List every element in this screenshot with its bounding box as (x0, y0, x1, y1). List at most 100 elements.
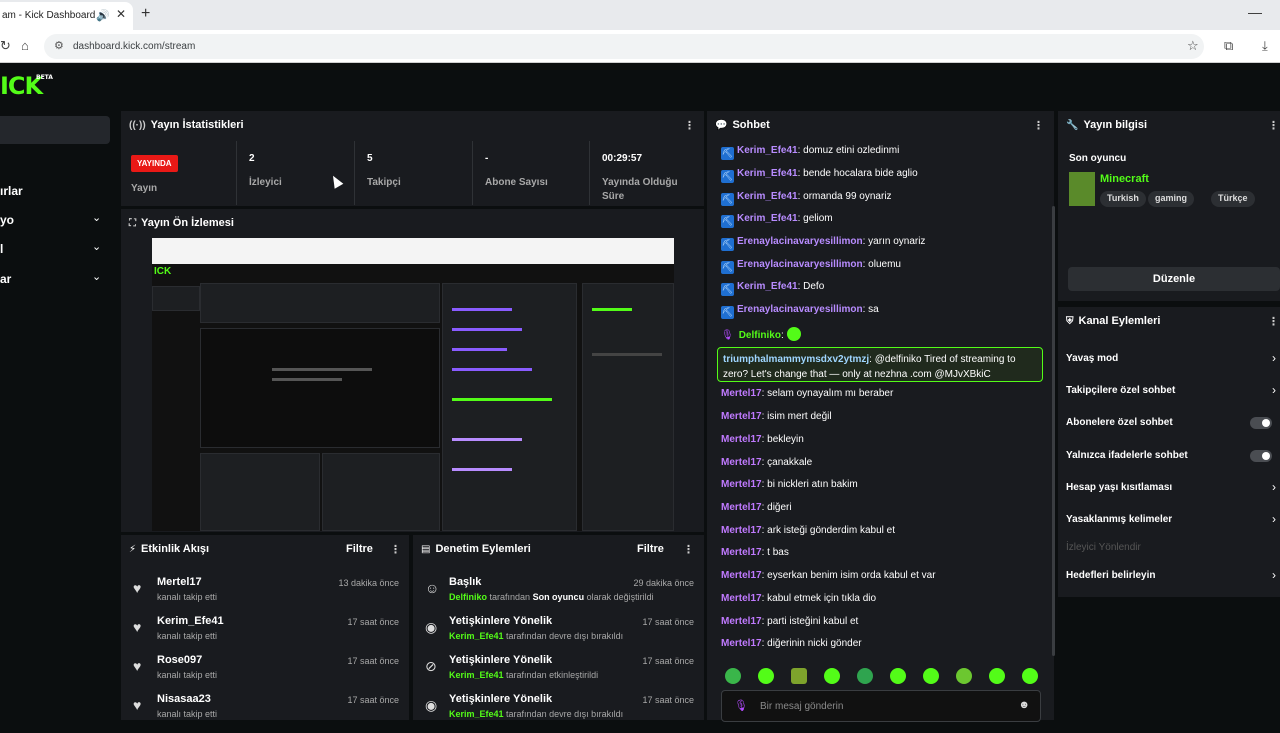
emote-icon[interactable] (725, 668, 741, 684)
sidebar-item-2[interactable]: yo (0, 213, 14, 227)
set-goals-item[interactable]: Hedefleri belirleyin (1066, 570, 1155, 581)
stream-preview-video[interactable]: ICK (152, 238, 674, 531)
item-sub: kanalı takip etti (157, 631, 218, 641)
browser-tab[interactable]: am - Kick Dashboard 🔊 ✕ (0, 2, 133, 30)
chat-scrollbar[interactable] (1052, 206, 1055, 656)
chat-message: Mertel17: eyserkan benim isim orda kabul… (721, 570, 936, 581)
category-name[interactable]: Minecraft (1100, 173, 1149, 185)
item-time: 17 saat önce (642, 617, 694, 627)
list-item: ☺ Başlık Delfiniko tarafından Son oyuncu… (413, 576, 704, 616)
chat-message: 🎙 Delfiniko: (721, 327, 801, 341)
more-options-icon[interactable]: ⋮ (684, 119, 695, 132)
emote-icon (786, 327, 801, 341)
chevron-down-icon[interactable]: ⌄ (92, 270, 101, 283)
sidebar-item-4[interactable]: ar (0, 272, 11, 286)
speaker-icon[interactable]: 🔊 (96, 9, 110, 22)
document-icon: ▤ (421, 544, 431, 555)
moderation-title: ▤ Denetim Eylemleri (421, 543, 531, 555)
emote-icon[interactable] (923, 668, 939, 684)
channel-actions-title: ⛨ Kanal Eylemleri (1066, 315, 1161, 327)
subscribers-only-toggle[interactable] (1250, 417, 1272, 429)
heart-icon: ♥ (133, 580, 142, 596)
followers-only-item[interactable]: Takipçilere özel sohbet (1066, 385, 1175, 396)
emoji-picker-icon[interactable]: ☻ (1018, 699, 1030, 711)
chat-message: Mertel17: t bas (721, 547, 789, 558)
sidebar-item-3[interactable]: l (0, 242, 3, 256)
close-tab-icon[interactable]: ✕ (116, 7, 126, 21)
more-options-icon[interactable]: ⋮ (1268, 119, 1279, 132)
stream-info-panel: 🔧 Yayın bilgisi ⋮ Son oyuncu Minecraft Tu… (1058, 111, 1280, 301)
url-field[interactable]: ⚙ dashboard.kick.com/stream (44, 34, 1204, 59)
pickaxe-badge-icon: ⛏ (721, 193, 734, 206)
slow-mode-item[interactable]: Yavaş mod (1066, 353, 1118, 364)
live-badge: YAYINDA (131, 155, 178, 172)
chat-input[interactable]: 🎙 Bir mesaj gönderin ☻ (721, 690, 1041, 722)
item-name: Yetişkinlere Yönelik (449, 693, 553, 705)
category-thumbnail[interactable] (1069, 172, 1095, 206)
moderation-filter-button[interactable]: Filtre (637, 543, 664, 555)
heart-icon: ♥ (133, 619, 142, 635)
bookmark-star-icon[interactable]: ☆ (1187, 38, 1199, 54)
home-icon[interactable]: ⌂ (21, 38, 29, 53)
kick-header: ICK BETA (0, 63, 1280, 107)
shield-icon: ⛨ (1066, 316, 1074, 327)
tab-title: am - Kick Dashboard (2, 10, 96, 21)
emote-icon[interactable] (824, 668, 840, 684)
chevron-right-icon[interactable]: › (1272, 480, 1276, 494)
sidebar-item-1[interactable]: ırlar (0, 184, 23, 198)
emote-icon[interactable] (857, 668, 873, 684)
activity-filter-button[interactable]: Filtre (346, 543, 373, 555)
account-age-item[interactable]: Hesap yaşı kısıtlaması (1066, 482, 1172, 493)
stream-title-value: Son oyuncu (1069, 153, 1127, 164)
emote-bar (717, 668, 1047, 690)
browser-tabbar: am - Kick Dashboard 🔊 ✕ + — (0, 0, 1280, 30)
uptime-label: Yayında Olduğu Süre (602, 177, 678, 202)
chevron-right-icon[interactable]: › (1272, 512, 1276, 526)
list-item: ⊘ Yetişkinlere Yönelik Kerim_Efe41 taraf… (413, 654, 704, 694)
mic-icon[interactable]: 🎙 (734, 699, 748, 712)
emote-icon[interactable] (758, 668, 774, 684)
emote-icon[interactable] (890, 668, 906, 684)
reload-icon[interactable]: ↻ (0, 38, 11, 54)
more-options-icon[interactable]: ⋮ (683, 543, 694, 556)
emote-icon[interactable] (791, 668, 807, 684)
emote-icon[interactable] (1022, 668, 1038, 684)
item-sub: Delfiniko tarafından Son oyuncu olarak d… (449, 592, 654, 602)
more-options-icon[interactable]: ⋮ (1033, 119, 1044, 132)
eye-icon: ◉ (425, 697, 438, 713)
emote-icon[interactable] (989, 668, 1005, 684)
heart-icon: ♥ (133, 697, 142, 713)
chat-message: Mertel17: bi nickleri atın bakim (721, 479, 858, 490)
site-info-icon[interactable]: ⚙ (54, 39, 64, 52)
chevron-right-icon[interactable]: › (1272, 383, 1276, 397)
emotes-only-toggle[interactable] (1250, 450, 1272, 462)
chat-title: 💬 Sohbet (715, 119, 770, 131)
chat-message: Mertel17: diğeri (721, 502, 792, 513)
item-sub: Kerim_Efe41 tarafından devre dışı bırakı… (449, 709, 624, 719)
edit-button[interactable]: Düzenle (1068, 267, 1280, 291)
followers-value: 5 (367, 153, 373, 164)
chat-message: Mertel17: selam oynayalım mı beraber (721, 388, 894, 399)
more-options-icon[interactable]: ⋮ (1268, 315, 1279, 328)
more-options-icon[interactable]: ⋮ (390, 543, 401, 556)
banned-words-item[interactable]: Yasaklanmış kelimeler (1066, 514, 1172, 525)
sidebar-item-active[interactable] (0, 116, 110, 144)
chat-message: Mertel17: diğerinin nicki gönder (721, 638, 862, 649)
eye-off-icon: ⊘ (425, 658, 437, 674)
chevron-right-icon[interactable]: › (1272, 568, 1276, 582)
downloads-icon[interactable]: ⤓ (1262, 38, 1268, 54)
item-name: Başlık (449, 576, 482, 588)
chat-message: Mertel17: ark isteği gönderdim kabul et (721, 525, 895, 536)
preview-title: ⛶ Yayın Ön İzlemesi (129, 217, 234, 229)
new-tab-button[interactable]: + (141, 5, 150, 23)
emote-icon[interactable] (956, 668, 972, 684)
activity-title: ⚡ Etkinlik Akışı (129, 543, 210, 555)
url-text: dashboard.kick.com/stream (73, 41, 196, 52)
minimize-button[interactable]: — (1248, 4, 1262, 20)
host-viewers-item: İzleyici Yönlendir (1066, 542, 1141, 553)
chevron-right-icon[interactable]: › (1272, 351, 1276, 365)
chevron-down-icon[interactable]: ⌄ (92, 240, 101, 253)
chevron-down-icon[interactable]: ⌄ (92, 211, 101, 224)
extensions-icon[interactable]: ⧉ (1224, 38, 1233, 54)
kick-logo[interactable]: ICK BETA (0, 72, 53, 100)
